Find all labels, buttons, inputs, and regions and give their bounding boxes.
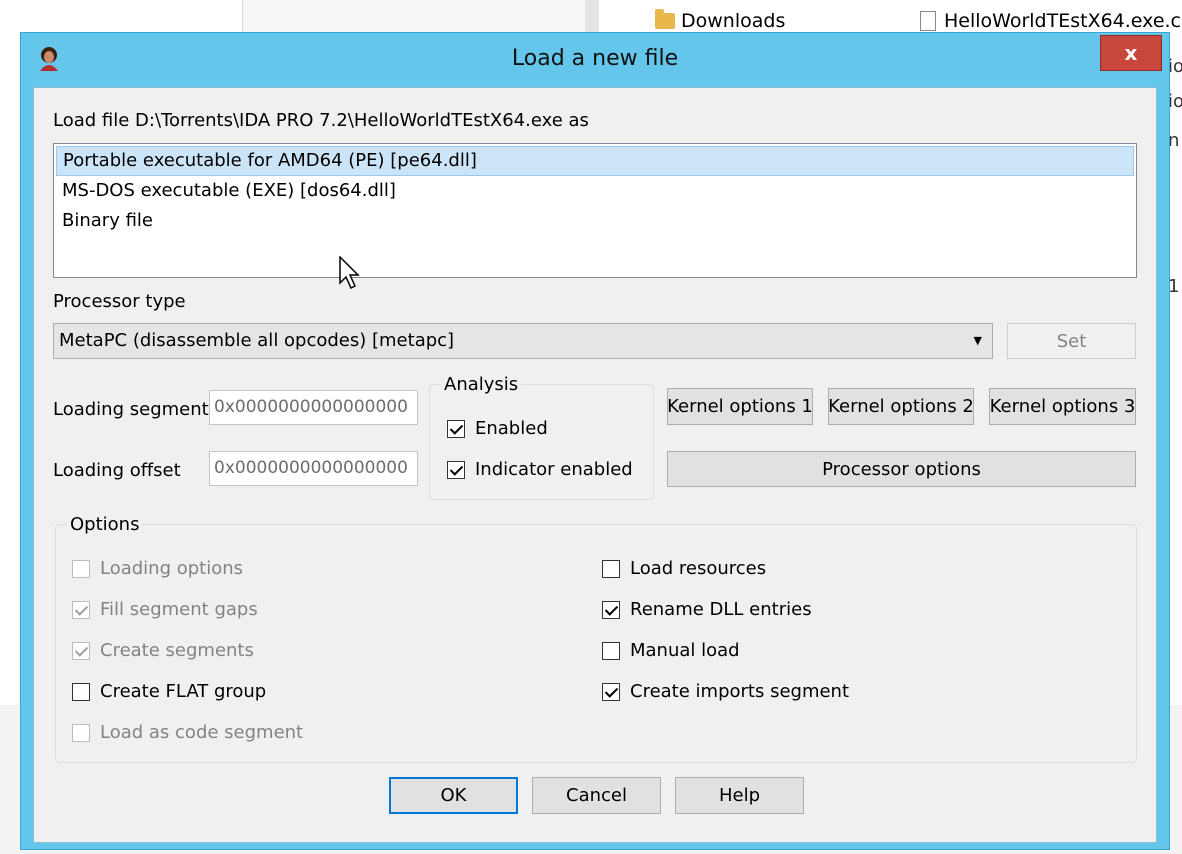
options-group-title: Options [67,514,143,535]
loader-item[interactable]: Portable executable for AMD64 (PE) [pe64… [56,146,1134,176]
folder-icon [655,9,675,29]
kernel-options-2-button[interactable]: Kernel options 2 [828,388,974,425]
checkbox-icon [602,641,620,660]
fill-segment-gaps-checkbox[interactable]: Fill segment gaps [72,599,258,620]
option-label: Create FLAT group [100,681,267,702]
kernel-options-1-button[interactable]: Kernel options 1 [667,388,813,425]
loading-segment-label: Loading segment [53,399,209,420]
loading-options-checkbox[interactable]: Loading options [72,558,243,579]
processor-type-select[interactable]: MetaPC (disassemble all opcodes) [metapc… [53,323,993,359]
processor-type-label: Processor type [53,291,186,312]
checkbox-icon [447,419,465,438]
mouse-cursor-icon [339,256,360,290]
create-segments-checkbox[interactable]: Create segments [72,640,254,661]
processor-options-button[interactable]: Processor options [667,451,1136,487]
file-icon [920,11,936,31]
create-imports-segment-checkbox[interactable]: Create imports segment [602,681,849,702]
peek-text: io [1168,91,1182,112]
option-label: Load resources [630,558,767,579]
file-name-label: HelloWorldTEstX64.exe.c [944,10,1181,32]
loading-segment-input[interactable]: 0x0000000000000000 [209,390,418,425]
file-item[interactable]: HelloWorldTEstX64.exe.c [920,10,1181,32]
processor-type-value: MetaPC (disassemble all opcodes) [metapc… [59,330,455,351]
kernel-options-3-button[interactable]: Kernel options 3 [989,388,1136,425]
loader-item[interactable]: Binary file [56,206,1134,236]
peek-text: io [1168,56,1182,77]
title-bar[interactable]: Load a new file x [21,33,1169,85]
create-flat-group-checkbox[interactable]: Create FLAT group [72,681,266,702]
downloads-label: Downloads [681,10,786,32]
loading-offset-label: Loading offset [53,460,181,481]
load-file-dialog: Load a new file x Load file D:\Torrents\… [20,32,1170,850]
help-button[interactable]: Help [675,777,804,814]
analysis-group-title: Analysis [441,374,522,395]
set-button[interactable]: Set [1007,323,1136,359]
option-label: Manual load [630,640,740,661]
checkbox-icon [72,682,90,701]
close-button[interactable]: x [1100,35,1162,71]
cancel-button[interactable]: Cancel [532,777,661,814]
option-label: Fill segment gaps [100,599,258,620]
analysis-enabled-label: Enabled [475,418,548,439]
rename-dll-entries-checkbox[interactable]: Rename DLL entries [602,599,812,620]
load-file-label: Load file D:\Torrents\IDA PRO 7.2\HelloW… [53,110,589,131]
dialog-client-area: Load file D:\Torrents\IDA PRO 7.2\HelloW… [33,87,1157,843]
checkbox-icon [602,559,620,578]
downloads-folder[interactable]: Downloads [655,9,786,32]
checkbox-icon [72,600,90,619]
checkbox-icon [602,682,620,701]
checkbox-icon [72,723,90,742]
checkbox-icon [72,641,90,660]
load-as-code-segment-checkbox[interactable]: Load as code segment [72,722,303,743]
loader-item[interactable]: MS-DOS executable (EXE) [dos64.dll] [56,176,1134,206]
checkbox-icon [447,460,465,479]
indicator-enabled-checkbox[interactable]: Indicator enabled [447,459,633,480]
checkbox-icon [602,600,620,619]
option-label: Load as code segment [100,722,304,743]
checkbox-icon [72,559,90,578]
ok-button[interactable]: OK [389,777,518,814]
chevron-down-icon: ▼ [973,334,982,347]
option-label: Rename DLL entries [630,599,812,620]
load-resources-checkbox[interactable]: Load resources [602,558,766,579]
option-label: Create segments [100,640,254,661]
option-label: Create imports segment [630,681,850,702]
loader-list[interactable]: Portable executable for AMD64 (PE) [pe64… [53,143,1137,278]
close-icon: x [1124,41,1138,65]
loading-offset-input[interactable]: 0x0000000000000000 [209,451,418,486]
manual-load-checkbox[interactable]: Manual load [602,640,740,661]
dialog-title: Load a new file [511,46,679,71]
analysis-group [429,384,654,500]
indicator-enabled-label: Indicator enabled [475,459,633,480]
option-label: Loading options [100,558,244,579]
analysis-enabled-checkbox[interactable]: Enabled [447,418,548,439]
